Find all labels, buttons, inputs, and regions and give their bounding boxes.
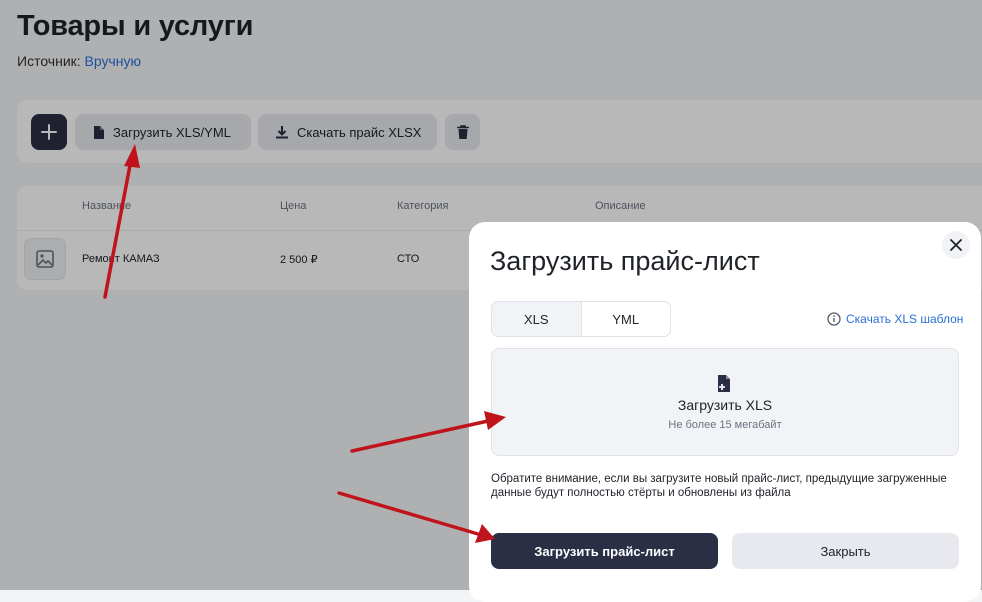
download-template-link[interactable]: Скачать XLS шаблон bbox=[827, 312, 963, 326]
file-add-icon bbox=[718, 375, 730, 392]
close-icon bbox=[950, 239, 962, 251]
format-switch: XLS YML bbox=[491, 301, 671, 337]
close-dialog-button[interactable]: Закрыть bbox=[732, 533, 959, 569]
drop-zone-title: Загрузить XLS bbox=[677, 397, 773, 413]
upload-price-list-dialog: Загрузить прайс-лист XLS YML Скачать XLS… bbox=[469, 222, 981, 602]
dialog-title: Загрузить прайс-лист bbox=[490, 246, 760, 276]
upload-price-list-button[interactable]: Загрузить прайс-лист bbox=[491, 533, 718, 569]
overwrite-warning: Обратите внимание, если вы загрузите нов… bbox=[491, 473, 947, 499]
info-icon bbox=[827, 312, 841, 326]
tab-xls[interactable]: XLS bbox=[492, 302, 581, 336]
download-template-label: Скачать XLS шаблон bbox=[846, 312, 964, 326]
tab-yml[interactable]: YML bbox=[580, 302, 671, 336]
file-drop-zone[interactable]: Загрузить XLS Не более 15 мегабайт bbox=[491, 348, 959, 456]
close-button[interactable] bbox=[942, 231, 970, 259]
drop-zone-size-limit: Не более 15 мегабайт bbox=[668, 419, 782, 431]
